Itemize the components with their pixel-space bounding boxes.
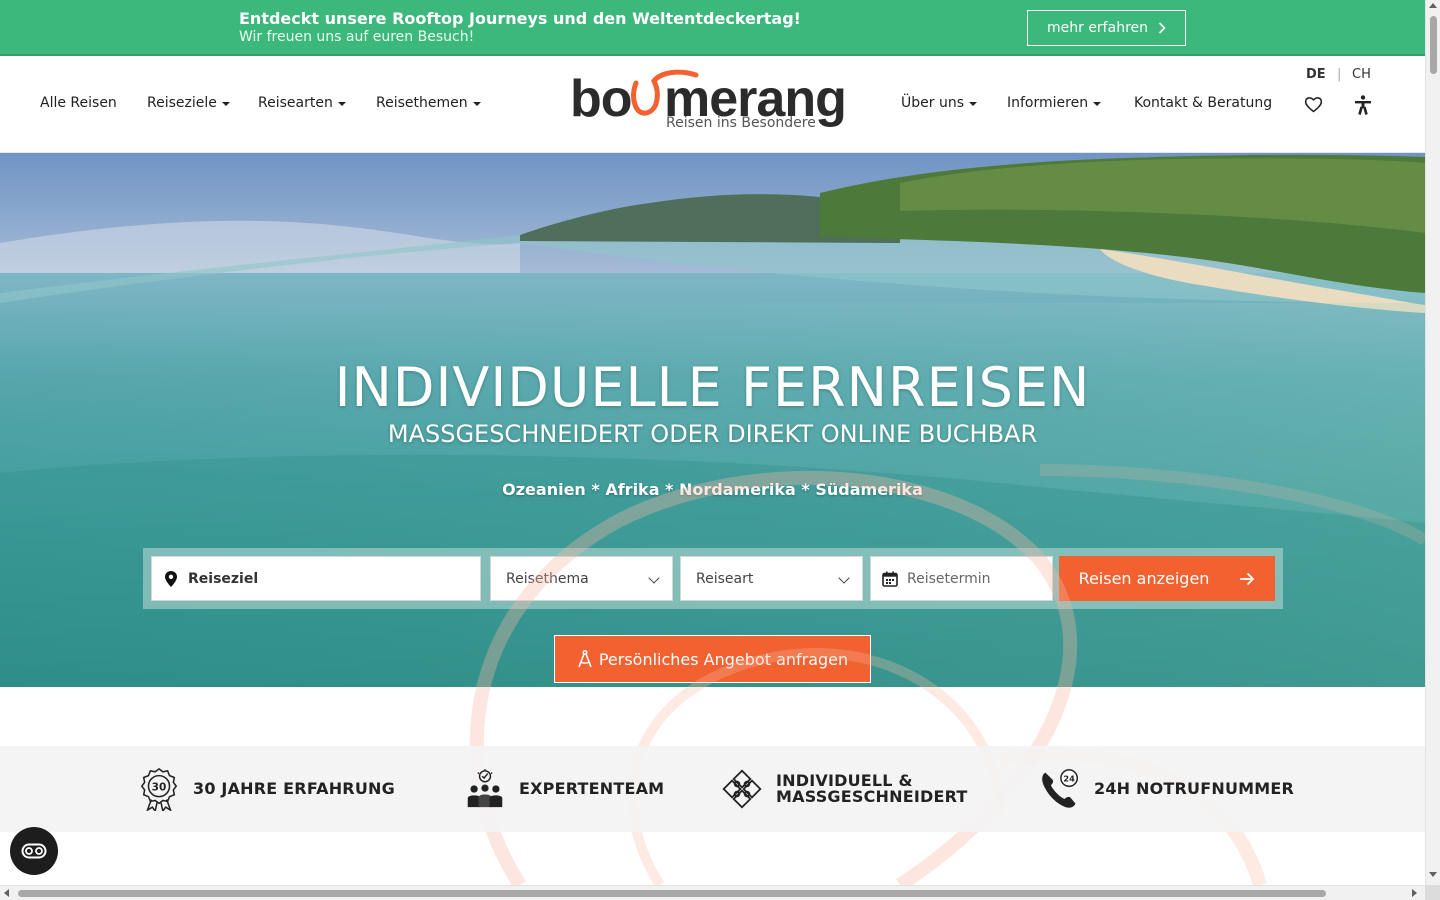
- type-select[interactable]: Reiseart: [680, 556, 863, 601]
- search-submit-button[interactable]: Reisen anzeigen: [1059, 556, 1275, 601]
- date-placeholder: Reisetermin: [907, 570, 991, 587]
- feature-experience-label: 30 JAHRE ERFAHRUNG: [193, 779, 395, 798]
- nav-label: Alle Reisen: [40, 95, 117, 111]
- hero-regions: Ozeanien * Afrika * Nordamerika * Südame…: [502, 480, 923, 499]
- banner-more-button[interactable]: mehr erfahren: [1027, 10, 1186, 46]
- feature-emergency-label: 24H NOTRUFNUMMER: [1094, 779, 1295, 798]
- svg-text:24: 24: [1063, 773, 1075, 783]
- nav-label: Über uns: [901, 95, 964, 111]
- scroll-down-arrow-icon[interactable]: [1429, 872, 1437, 877]
- banner-subtitle: Wir freuen uns auf euren Besuch!: [239, 29, 475, 45]
- puzzle-icon: [722, 769, 762, 809]
- lang-ch[interactable]: CH: [1352, 67, 1371, 82]
- award-30-icon: 30: [140, 767, 178, 811]
- destination-placeholder: Reiseziel: [188, 570, 259, 587]
- accessibility-toggle-icon: [21, 843, 47, 859]
- nav-item-informieren[interactable]: Informieren: [1007, 95, 1102, 111]
- nav-item-reisearten[interactable]: Reisearten: [258, 95, 346, 111]
- personal-offer-label: Persönliches Angebot anfragen: [598, 649, 849, 669]
- heart-icon[interactable]: [1304, 96, 1323, 113]
- banner-title: Entdeckt unsere Rooftop Journeys und den…: [239, 9, 801, 28]
- search-submit-label: Reisen anzeigen: [1078, 569, 1210, 588]
- caret-down-icon: [472, 102, 481, 106]
- nav-item-ueber-uns[interactable]: Über uns: [901, 95, 977, 111]
- chevron-right-icon: [1158, 22, 1166, 34]
- caret-down-icon: [221, 102, 230, 106]
- chevron-down-icon: [648, 572, 660, 584]
- scroll-right-arrow-icon[interactable]: [1412, 889, 1417, 897]
- search-bar: Reiseziel Reisethema Reiseart Reisetermi…: [143, 548, 1283, 609]
- caret-down-icon: [1093, 102, 1102, 106]
- theme-select[interactable]: Reisethema: [490, 556, 673, 601]
- type-placeholder: Reiseart: [696, 570, 754, 587]
- calendar-icon: [882, 571, 898, 587]
- site-header: Alle Reisen Reiseziele Reisearten Reiset…: [0, 57, 1425, 153]
- nav-label: Reiseziele: [147, 95, 217, 111]
- lang-de[interactable]: DE: [1306, 67, 1326, 82]
- vertical-scrollbar[interactable]: [1425, 0, 1440, 885]
- hero-section: INDIVIDUELLE FERNREISEN MASSGESCHNEIDERT…: [0, 153, 1425, 687]
- scroll-left-arrow-icon[interactable]: [4, 889, 9, 897]
- feature-expert-team: EXPERTENTEAM: [465, 764, 664, 814]
- page: Entdeckt unsere Rooftop Journeys und den…: [0, 0, 1425, 885]
- nav-item-reiseziele[interactable]: Reiseziele: [147, 95, 230, 111]
- feature-experience: 30 30 JAHRE ERFAHRUNG: [139, 764, 395, 814]
- feature-individual-label: INDIVIDUELL & MASSGESCHNEIDERT: [776, 773, 968, 805]
- nav-label: Informieren: [1007, 95, 1089, 111]
- personal-offer-button[interactable]: Persönliches Angebot anfragen: [554, 635, 871, 683]
- accessibility-icon[interactable]: [1355, 95, 1371, 115]
- nav-item-alle-reisen[interactable]: Alle Reisen: [40, 95, 117, 111]
- nav-label: Reisearten: [258, 95, 333, 111]
- scrollbar-corner: [1425, 885, 1440, 900]
- horizontal-scrollbar[interactable]: [0, 885, 1440, 900]
- logo-tagline: Reisen ins Besondere: [666, 115, 816, 131]
- promo-banner: Entdeckt unsere Rooftop Journeys und den…: [0, 0, 1425, 56]
- nav-item-reisethemen[interactable]: Reisethemen: [376, 95, 481, 111]
- destination-field[interactable]: Reiseziel: [151, 556, 481, 601]
- feature-emergency-hotline: 24 24H NOTRUFNUMMER: [1040, 764, 1294, 814]
- expert-team-icon: [467, 769, 503, 808]
- vertical-scroll-thumb[interactable]: [1430, 16, 1437, 74]
- svg-text:30: 30: [152, 781, 167, 793]
- chevron-down-icon: [838, 572, 850, 584]
- lang-separator: |: [1337, 67, 1342, 82]
- site-logo[interactable]: bo merang Reisen ins Besondere: [570, 63, 860, 143]
- caret-down-icon: [337, 102, 346, 106]
- compass-drafting-icon: [578, 650, 592, 668]
- hero-title: INDIVIDUELLE FERNREISEN: [334, 356, 1091, 419]
- date-field[interactable]: Reisetermin: [870, 556, 1053, 601]
- scroll-up-arrow-icon[interactable]: [1429, 3, 1437, 8]
- banner-more-label: mehr erfahren: [1046, 20, 1148, 36]
- map-pin-icon: [165, 570, 177, 587]
- arrow-right-icon: [1240, 572, 1255, 585]
- feature-individual-line2: MASSGESCHNEIDERT: [776, 787, 968, 806]
- feature-individual: INDIVIDUELL & MASSGESCHNEIDERT: [722, 764, 968, 814]
- svg-text:bo: bo: [570, 70, 632, 128]
- hero-subtitle: MASSGESCHNEIDERT ODER DIREKT ONLINE BUCH…: [387, 420, 1038, 448]
- nav-label: Kontakt & Beratung: [1134, 95, 1273, 111]
- feature-expert-team-label: EXPERTENTEAM: [519, 779, 665, 798]
- theme-placeholder: Reisethema: [506, 570, 589, 587]
- nav-label: Reisethemen: [376, 95, 468, 111]
- features-strip: 30 30 JAHRE ERFAHRUNG EXPERTENTEAM INDIV…: [0, 746, 1425, 832]
- phone-24-icon: 24: [1042, 769, 1078, 808]
- horizontal-scroll-thumb[interactable]: [18, 890, 1326, 897]
- boomerang-logo-mark: bo merang: [570, 69, 847, 128]
- caret-down-icon: [969, 102, 977, 106]
- accessibility-toggle-button[interactable]: [10, 827, 58, 875]
- nav-item-kontakt[interactable]: Kontakt & Beratung: [1134, 95, 1272, 111]
